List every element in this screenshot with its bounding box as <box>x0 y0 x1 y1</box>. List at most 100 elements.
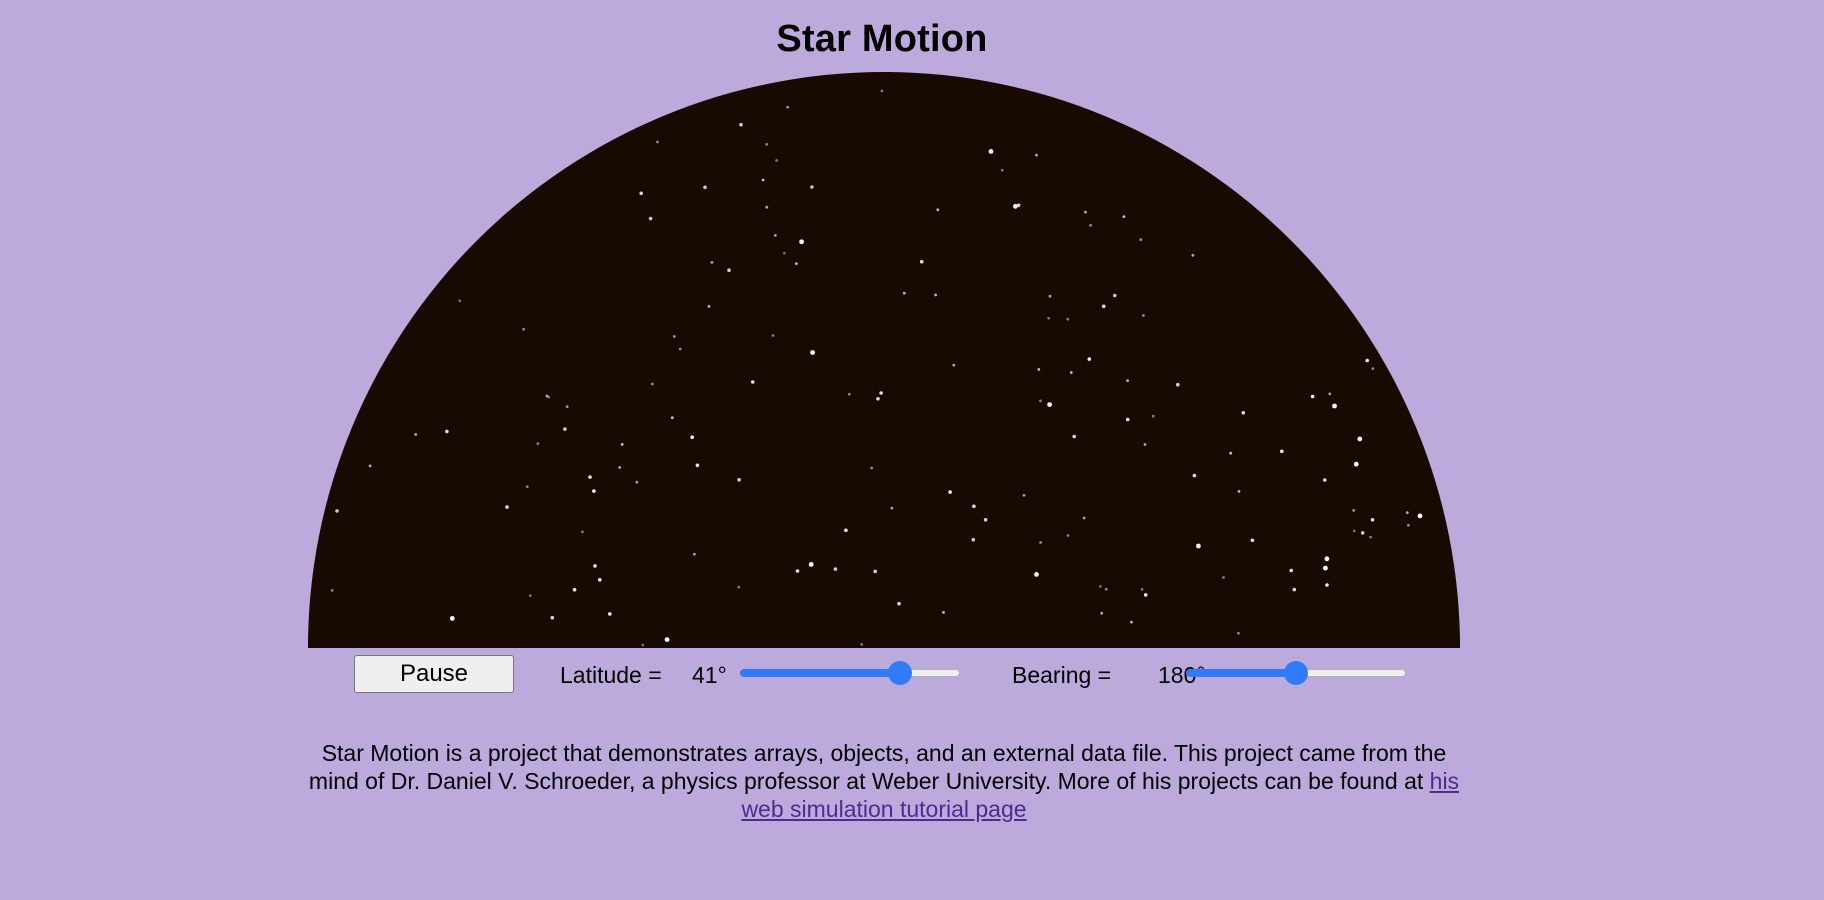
star <box>879 391 883 395</box>
star <box>870 466 874 470</box>
star <box>588 475 592 479</box>
star <box>942 611 945 614</box>
star <box>648 216 653 221</box>
star <box>1143 443 1147 446</box>
star <box>1101 304 1106 309</box>
star <box>1082 516 1086 520</box>
latitude-slider-fill <box>740 669 901 677</box>
star <box>847 392 851 396</box>
star <box>1089 224 1092 227</box>
star <box>1328 392 1332 396</box>
description-paragraph: Star Motion is a project that demonstrat… <box>300 739 1468 823</box>
star <box>897 601 901 606</box>
star <box>618 466 622 469</box>
star <box>528 594 532 597</box>
star <box>795 262 798 265</box>
star <box>1035 153 1038 157</box>
star <box>750 380 755 384</box>
star <box>368 464 372 468</box>
star <box>1139 238 1143 242</box>
star <box>445 429 449 434</box>
star <box>1365 358 1369 363</box>
star <box>1104 587 1108 591</box>
star <box>1323 478 1327 482</box>
star <box>1289 568 1293 573</box>
star <box>449 616 455 621</box>
star <box>592 489 596 493</box>
star <box>650 382 654 386</box>
star <box>810 185 814 189</box>
star <box>581 530 584 534</box>
star <box>972 504 976 509</box>
star <box>1130 620 1133 624</box>
star <box>1000 168 1004 172</box>
star <box>1241 411 1246 415</box>
star <box>860 643 864 646</box>
star <box>1353 461 1359 467</box>
star <box>1099 585 1102 588</box>
star <box>1369 535 1372 539</box>
star <box>1332 403 1337 409</box>
star <box>1176 382 1180 387</box>
star <box>641 643 645 647</box>
star <box>598 578 602 582</box>
star <box>703 185 707 190</box>
star <box>737 585 741 589</box>
star <box>656 140 659 144</box>
star <box>761 178 765 182</box>
star <box>1039 541 1042 544</box>
star <box>522 327 525 331</box>
bearing-slider[interactable] <box>1186 661 1406 685</box>
star <box>988 149 994 154</box>
star <box>1047 316 1050 320</box>
star <box>948 490 952 494</box>
star <box>1370 518 1375 522</box>
star <box>902 291 906 295</box>
star <box>664 637 670 642</box>
star <box>536 442 540 445</box>
star <box>1143 593 1148 597</box>
star-sky-canvas <box>308 72 1460 648</box>
star <box>1310 394 1315 399</box>
star <box>1237 631 1240 635</box>
star <box>1066 534 1070 537</box>
star <box>1126 379 1129 383</box>
star <box>952 363 956 367</box>
star <box>593 564 597 568</box>
latitude-label: Latitude = <box>560 662 662 688</box>
star <box>1151 414 1155 418</box>
star <box>983 518 988 522</box>
star <box>670 416 674 420</box>
star <box>1191 253 1195 257</box>
star <box>1325 583 1329 587</box>
star <box>782 251 786 255</box>
star <box>1084 210 1087 214</box>
page: Star Motion Pause Latitude = 41° Bearing… <box>0 0 1824 900</box>
star <box>1122 215 1126 219</box>
star <box>1352 509 1356 512</box>
star <box>808 562 814 567</box>
bearing-slider-thumb[interactable] <box>1284 661 1308 685</box>
star <box>799 239 804 245</box>
star <box>1140 588 1144 591</box>
latitude-slider[interactable] <box>740 661 960 685</box>
star <box>1292 587 1297 592</box>
star <box>1196 543 1201 549</box>
star <box>563 427 567 431</box>
star <box>936 208 940 212</box>
star <box>765 205 769 209</box>
star <box>1016 203 1021 208</box>
latitude-value: 41° <box>692 662 727 688</box>
star <box>771 334 775 337</box>
star <box>1371 367 1375 370</box>
star <box>693 552 696 556</box>
star <box>710 261 714 264</box>
star <box>525 485 529 488</box>
pause-button[interactable]: Pause <box>354 655 514 693</box>
star <box>1360 531 1365 535</box>
star <box>890 506 894 510</box>
star <box>1405 511 1409 514</box>
star <box>565 405 569 409</box>
latitude-slider-thumb[interactable] <box>888 661 913 685</box>
star <box>1072 434 1076 439</box>
